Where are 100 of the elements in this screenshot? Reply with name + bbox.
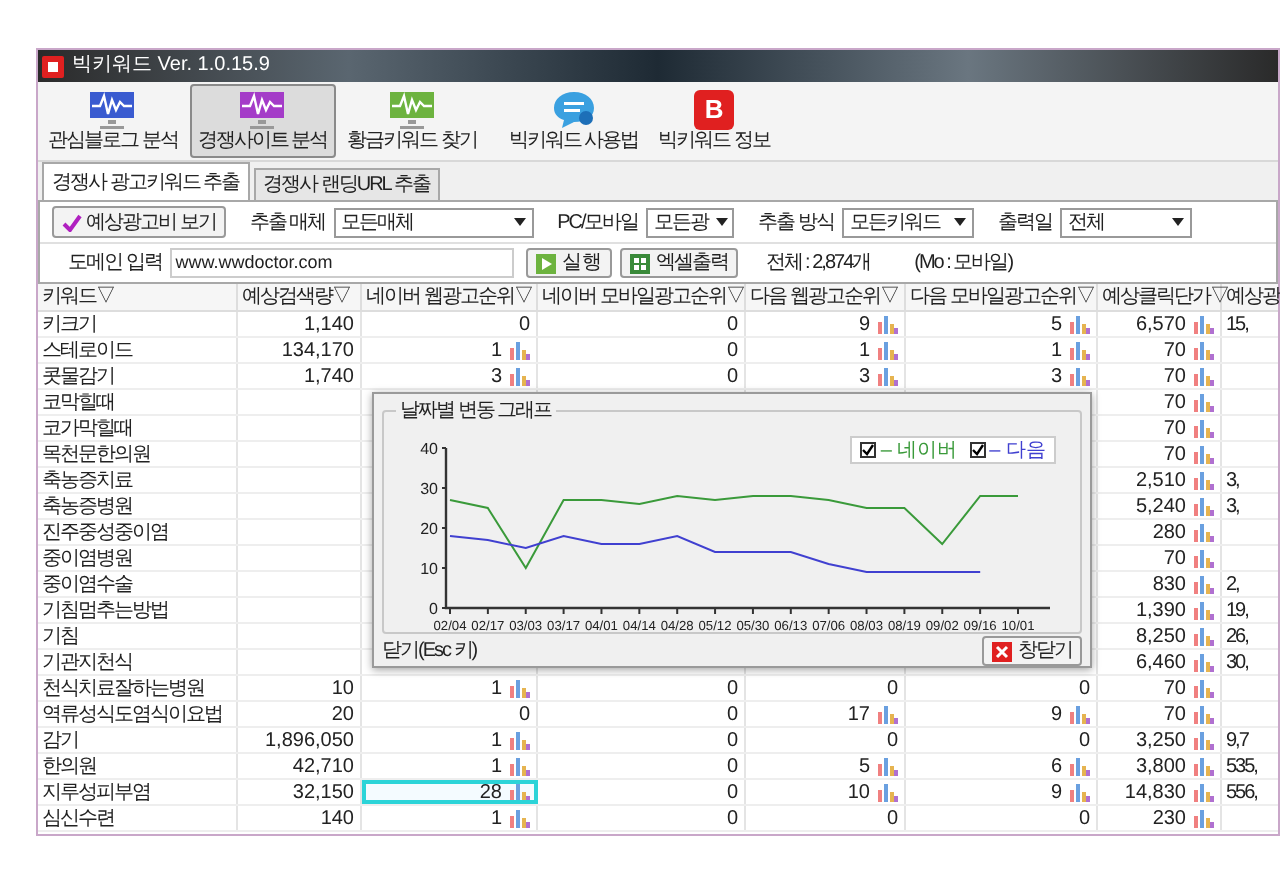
bar-chart-icon[interactable] xyxy=(510,809,530,827)
bar-chart-icon[interactable] xyxy=(1194,367,1214,385)
table-cell[interactable]: 15, xyxy=(1222,312,1280,336)
column-header[interactable]: 네이버 모바일광고순위▽ xyxy=(538,284,746,310)
bar-chart-icon[interactable] xyxy=(1194,549,1214,567)
keyword-cell[interactable]: 축농증치료 xyxy=(38,468,238,492)
cost-view-button[interactable]: 예상광고비 보기 xyxy=(52,206,226,238)
table-cell[interactable]: 0 xyxy=(746,728,906,752)
table-cell[interactable]: 17 xyxy=(746,702,906,726)
toolbar-button[interactable]: 황금키워드 찾기 xyxy=(339,84,485,158)
table-cell[interactable]: 70 xyxy=(1098,338,1222,362)
bar-chart-icon[interactable] xyxy=(1194,393,1214,411)
toolbar-button[interactable]: B 빅키워드 정보 xyxy=(650,84,778,158)
table-cell[interactable]: 1 xyxy=(362,338,538,362)
table-cell[interactable]: 3 xyxy=(746,364,906,388)
table-cell[interactable]: 0 xyxy=(538,676,746,700)
table-cell[interactable]: 26, xyxy=(1222,624,1280,648)
table-cell[interactable]: 3,250 xyxy=(1098,728,1222,752)
table-cell[interactable]: 0 xyxy=(538,702,746,726)
table-cell[interactable]: 6,460 xyxy=(1098,650,1222,674)
table-cell[interactable]: 230 xyxy=(1098,806,1222,830)
keyword-cell[interactable]: 키크기 xyxy=(38,312,238,336)
keyword-cell[interactable]: 심신수련 xyxy=(38,806,238,830)
toolbar-button[interactable]: 관심블로그 분석 xyxy=(40,84,186,158)
bar-chart-icon[interactable] xyxy=(510,757,530,775)
bar-chart-icon[interactable] xyxy=(510,341,530,359)
table-cell[interactable]: 5 xyxy=(906,312,1098,336)
run-button[interactable]: 실행 xyxy=(525,248,612,278)
bar-chart-icon[interactable] xyxy=(878,367,898,385)
table-cell[interactable]: 6 xyxy=(906,754,1098,778)
table-cell[interactable]: 10 xyxy=(746,780,906,804)
table-cell[interactable]: 6,570 xyxy=(1098,312,1222,336)
dropdown[interactable]: 모든광 xyxy=(646,207,735,237)
table-cell[interactable]: 5,240 xyxy=(1098,494,1222,518)
bar-chart-icon[interactable] xyxy=(1194,601,1214,619)
table-cell[interactable]: 0 xyxy=(746,806,906,830)
keyword-cell[interactable]: 한의원 xyxy=(38,754,238,778)
keyword-cell[interactable]: 감기 xyxy=(38,728,238,752)
table-cell[interactable]: 1 xyxy=(362,676,538,700)
table-cell[interactable]: 1 xyxy=(906,338,1098,362)
bar-chart-icon[interactable] xyxy=(1194,809,1214,827)
table-cell[interactable]: 20 xyxy=(238,702,362,726)
table-cell[interactable]: 0 xyxy=(906,806,1098,830)
table-cell[interactable]: 2, xyxy=(1222,572,1280,596)
table-cell[interactable]: 140 xyxy=(238,806,362,830)
domain-input[interactable]: www.wwdoctor.com xyxy=(169,248,514,278)
dropdown[interactable]: 모든키워드 xyxy=(842,207,975,237)
table-cell[interactable]: 0 xyxy=(538,312,746,336)
bar-chart-icon[interactable] xyxy=(1194,783,1214,801)
bar-chart-icon[interactable] xyxy=(1070,341,1090,359)
bar-chart-icon[interactable] xyxy=(1194,471,1214,489)
dropdown[interactable]: 모든매체 xyxy=(333,207,534,237)
tab[interactable]: 경쟁사 랜딩URL 추출 xyxy=(253,168,440,200)
keyword-cell[interactable]: 기관지천식 xyxy=(38,650,238,674)
bar-chart-icon[interactable] xyxy=(1070,315,1090,333)
keyword-cell[interactable]: 콧물감기 xyxy=(38,364,238,388)
bar-chart-icon[interactable] xyxy=(1070,705,1090,723)
keyword-cell[interactable]: 천식치료잘하는병원 xyxy=(38,676,238,700)
table-cell[interactable]: 9 xyxy=(906,780,1098,804)
bar-chart-icon[interactable] xyxy=(878,315,898,333)
table-cell[interactable]: 556, xyxy=(1222,780,1280,804)
bar-chart-icon[interactable] xyxy=(1070,367,1090,385)
bar-chart-icon[interactable] xyxy=(1194,627,1214,645)
table-cell[interactable]: 9 xyxy=(906,702,1098,726)
table-cell[interactable]: 1,390 xyxy=(1098,598,1222,622)
table-cell[interactable]: 3, xyxy=(1222,494,1280,518)
bar-chart-icon[interactable] xyxy=(1194,757,1214,775)
bar-chart-icon[interactable] xyxy=(1194,445,1214,463)
column-header[interactable]: 예상검색량▽ xyxy=(238,284,362,310)
bar-chart-icon[interactable] xyxy=(1194,575,1214,593)
table-cell[interactable]: 2,510 xyxy=(1098,468,1222,492)
table-cell[interactable]: 8,250 xyxy=(1098,624,1222,648)
bar-chart-icon[interactable] xyxy=(1194,315,1214,333)
bar-chart-icon[interactable] xyxy=(1194,341,1214,359)
bar-chart-icon[interactable] xyxy=(1070,783,1090,801)
table-cell[interactable]: 70 xyxy=(1098,546,1222,570)
table-cell[interactable]: 28 xyxy=(362,780,538,804)
keyword-cell[interactable]: 축농증병원 xyxy=(38,494,238,518)
keyword-cell[interactable]: 기침 xyxy=(38,624,238,648)
column-header[interactable]: 다음 모바일광고순위▽ xyxy=(906,284,1098,310)
table-cell[interactable]: 0 xyxy=(906,728,1098,752)
table-cell[interactable]: 1 xyxy=(362,728,538,752)
table-cell[interactable]: 535, xyxy=(1222,754,1280,778)
table-cell[interactable]: 3 xyxy=(906,364,1098,388)
tab[interactable]: 경쟁사 광고키워드 추출 xyxy=(42,162,250,200)
bar-chart-icon[interactable] xyxy=(878,757,898,775)
table-cell[interactable]: 0 xyxy=(538,364,746,388)
table-cell[interactable]: 70 xyxy=(1098,676,1222,700)
bar-chart-icon[interactable] xyxy=(1194,731,1214,749)
table-cell[interactable]: 0 xyxy=(538,338,746,362)
keyword-cell[interactable]: 중이염병원 xyxy=(38,546,238,570)
table-cell[interactable]: 0 xyxy=(538,754,746,778)
column-header[interactable]: 키워드▽ xyxy=(38,284,238,310)
table-cell[interactable]: 70 xyxy=(1098,390,1222,414)
table-cell[interactable]: 1 xyxy=(362,806,538,830)
table-cell[interactable]: 0 xyxy=(538,780,746,804)
table-cell[interactable]: 1 xyxy=(362,754,538,778)
bar-chart-icon[interactable] xyxy=(1194,705,1214,723)
table-cell[interactable]: 70 xyxy=(1098,364,1222,388)
table-cell[interactable]: 0 xyxy=(538,806,746,830)
